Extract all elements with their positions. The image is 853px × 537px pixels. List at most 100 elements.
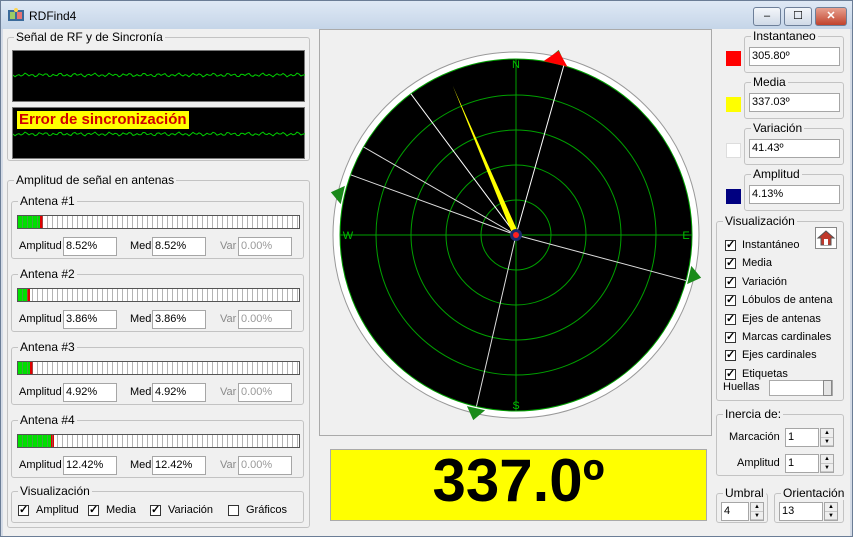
antenna-group: Antena #2 Amplitud 3.86% Med 3.86% Var 0…: [11, 267, 304, 332]
huellas-slider[interactable]: [769, 380, 833, 396]
antenna-var-value: 0.00%: [238, 456, 292, 475]
antenna-amplitud-value[interactable]: 4.92%: [63, 383, 117, 402]
marcacion-spinner[interactable]: ▲ ▼: [820, 428, 834, 447]
visualization-checkbox[interactable]: [725, 256, 736, 270]
minimize-button[interactable]: –: [753, 7, 781, 26]
visualization-checkbox[interactable]: [725, 275, 736, 288]
antenna-amplitud-label: Amplitud: [19, 459, 62, 471]
reading-label: Media: [751, 75, 788, 89]
antenna-med-label: Med: [130, 386, 152, 398]
antenna-var-value: 0.00%: [238, 237, 292, 256]
orientacion-spinner[interactable]: ▲ ▼: [824, 502, 838, 521]
maximize-button[interactable]: ☐: [784, 7, 812, 26]
show-amplitud-checkbox[interactable]: [18, 503, 29, 516]
antenna-group: Antena #3 Amplitud 4.92% Med 4.92% Var 0…: [11, 340, 304, 405]
app-icon: [8, 8, 24, 21]
amplitud-inercia-input[interactable]: 1: [785, 454, 819, 473]
visualization-checkbox[interactable]: [725, 348, 736, 362]
visualization-checkbox[interactable]: [725, 312, 736, 325]
reading-label: Variación: [751, 121, 805, 135]
home-icon: [816, 230, 836, 246]
show-variacion-checkbox[interactable]: [150, 503, 161, 516]
app-window: RDFind4 – ☐ ✕ Señal de RF y de Sincronía…: [0, 0, 853, 537]
antenna-amplitude-title: Amplitud de señal en antenas: [14, 173, 177, 187]
reading-color-swatch: [726, 189, 741, 204]
amp-visualization-title: Visualización: [18, 484, 92, 498]
visualization-option-label: Ejes de antenas: [742, 312, 821, 325]
visualization-checkbox[interactable]: [725, 238, 736, 251]
sync-error-label: Error de sincronización: [17, 111, 189, 129]
show-amplitud-label: Amplitud: [36, 504, 79, 516]
umbral-input[interactable]: 4: [721, 502, 749, 521]
inercia-title: Inercia de:: [723, 407, 784, 421]
reading-label: Amplitud: [751, 167, 802, 181]
antenna-title: Antena #1: [18, 194, 77, 208]
antenna-var-value: 0.00%: [238, 383, 292, 402]
antenna-amplitud-value[interactable]: 3.86%: [63, 310, 117, 329]
visualization-checkbox[interactable]: [725, 330, 736, 343]
orientacion-input[interactable]: 13: [779, 502, 823, 521]
huellas-slider-thumb[interactable]: [823, 380, 832, 396]
amplitud-inercia-spinner[interactable]: ▲ ▼: [820, 454, 834, 473]
antenna-amplitude-bar: [17, 434, 300, 448]
instantaneous-center-dot: [513, 232, 519, 238]
antenna-amplitude-bar: [17, 215, 300, 229]
marcacion-input[interactable]: 1: [785, 428, 819, 447]
umbral-title: Umbral: [723, 486, 766, 500]
marcacion-label: Marcación: [729, 431, 780, 443]
amplitud-inercia-label: Amplitud: [737, 457, 780, 469]
rf-sync-panel-title: Señal de RF y de Sincronía: [14, 30, 165, 44]
rf-sync-panel: Señal de RF y de Sincronía Error de sinc…: [7, 30, 310, 161]
close-button[interactable]: ✕: [815, 7, 847, 26]
reading-value[interactable]: 337.03º: [749, 93, 840, 112]
visualization-option-label: Lóbulos de antena: [742, 294, 833, 307]
umbral-spinner[interactable]: ▲ ▼: [750, 502, 764, 521]
visualization-option-label: Instantáneo: [742, 239, 800, 251]
antenna-title: Antena #2: [18, 267, 77, 281]
inercia-panel: Inercia de: Marcación 1 ▲ ▼ Amplitud 1 ▲ ▼: [716, 407, 844, 476]
show-graficos-label: Gráficos: [246, 504, 287, 516]
antenna-bar-ticks: [18, 289, 299, 301]
antenna-amplitud-label: Amplitud: [19, 313, 62, 325]
rf-signal-scope: [12, 50, 306, 102]
show-graficos-checkbox[interactable]: [228, 505, 239, 516]
antenna-med-label: Med: [130, 240, 152, 252]
show-media-label: Media: [106, 504, 136, 516]
reading-value[interactable]: 305.80º: [749, 47, 840, 66]
antenna-amplitud-label: Amplitud: [19, 386, 62, 398]
reading-value[interactable]: 4.13%: [749, 185, 840, 204]
title-bar[interactable]: RDFind4 – ☐ ✕: [1, 1, 852, 29]
visualization-checkbox[interactable]: [725, 293, 736, 307]
client-area: Señal de RF y de Sincronía Error de sinc…: [3, 29, 850, 536]
orientacion-panel: Orientación 13 ▲ ▼: [774, 486, 847, 523]
antenna-amplitude-bar: [17, 288, 300, 302]
visualization-option-label: Media: [742, 257, 772, 270]
antenna-title: Antena #4: [18, 413, 77, 427]
visualization-option-label: Etiquetas: [742, 367, 788, 380]
show-media-checkbox[interactable]: [88, 503, 99, 516]
antenna-bar-ticks: [18, 362, 299, 374]
reading-value[interactable]: 41.43º: [749, 139, 840, 158]
visualization-checkbox[interactable]: [725, 367, 736, 380]
home-button[interactable]: [815, 227, 837, 249]
antenna-group: Antena #4 Amplitud 12.42% Med 12.42% Var…: [11, 413, 304, 478]
antenna-amplitud-value[interactable]: 8.52%: [63, 237, 117, 256]
compass-label-w: W: [343, 230, 354, 242]
antenna-var-label: Var: [220, 386, 237, 398]
antenna-med-value[interactable]: 8.52%: [152, 237, 206, 256]
antenna-med-value[interactable]: 4.92%: [152, 383, 206, 402]
reading-group: Instantaneo 305.80º: [744, 29, 844, 73]
antenna-med-value[interactable]: 12.42%: [152, 456, 206, 475]
reading-group: Amplitud 4.13%: [744, 167, 844, 211]
reading-label: Instantaneo: [751, 29, 818, 43]
bearing-display: 337.0º: [330, 449, 707, 521]
show-variacion-label: Variación: [168, 504, 214, 516]
rf-signal-trace: [12, 72, 306, 78]
amp-visualization-group: Visualización Amplitud Media Variación G…: [11, 484, 304, 523]
visualization-option-label: Marcas cardinales: [742, 331, 832, 343]
antenna-bar-ticks: [18, 435, 299, 447]
compass-label-e: E: [682, 230, 689, 242]
antenna-amplitud-value[interactable]: 12.42%: [63, 456, 117, 475]
visualization-option-label: Ejes cardinales: [742, 349, 817, 362]
antenna-med-value[interactable]: 3.86%: [152, 310, 206, 329]
